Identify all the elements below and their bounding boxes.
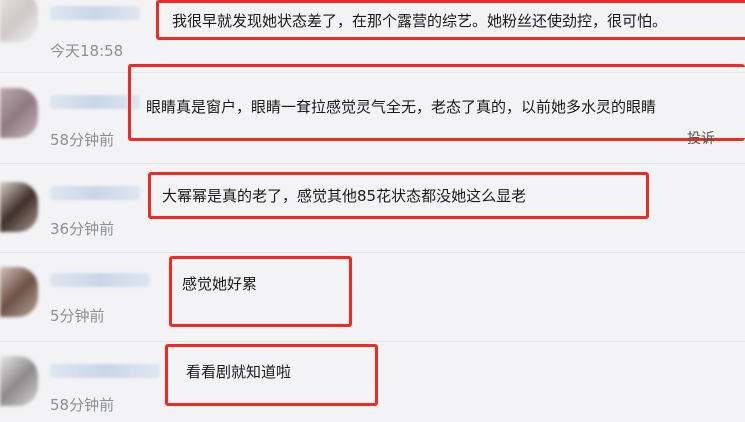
comment-item: 今天18:58 我很早就发现她状态差了，在那个露营的综艺。她粉丝还使劲控，很可怕… xyxy=(0,0,745,70)
comment-text: 大幂幂是真的老了，感觉其他85花状态都没她这么显老 xyxy=(162,187,527,205)
timestamp: 5分钟前 xyxy=(50,307,105,325)
username[interactable] xyxy=(50,95,140,109)
username[interactable] xyxy=(50,364,160,378)
timestamp: 58分钟前 xyxy=(50,396,115,414)
timestamp: 今天18:58 xyxy=(50,42,124,60)
comment-item: 5分钟前 感觉她好累 xyxy=(0,253,745,341)
comment-item: 36分钟前 大幂幂是真的老了，感觉其他85花状态都没她这么显老 xyxy=(0,164,745,252)
comment-item: 58分钟前 眼睛真是窗户，眼睛一耷拉感觉灵气全无，老态了真的，以前她多水灵的眼睛… xyxy=(0,64,745,163)
timestamp: 58分钟前 xyxy=(50,131,115,149)
username[interactable] xyxy=(50,186,140,200)
report-link[interactable]: 投诉 xyxy=(687,128,715,148)
avatar[interactable] xyxy=(0,356,38,406)
comment-text: 看看剧就知道啦 xyxy=(186,363,292,381)
comment-text: 感觉她好累 xyxy=(182,275,258,293)
avatar[interactable] xyxy=(0,267,38,317)
timestamp: 36分钟前 xyxy=(50,220,115,238)
username[interactable] xyxy=(50,6,140,20)
username[interactable] xyxy=(50,273,150,287)
comment-item: 58分钟前 看看剧就知道啦 xyxy=(0,342,745,422)
avatar[interactable] xyxy=(0,182,38,232)
comment-text: 眼睛真是窗户，眼睛一耷拉感觉灵气全无，老态了真的，以前她多水灵的眼睛 xyxy=(146,98,657,116)
avatar[interactable] xyxy=(0,88,38,138)
comment-text: 我很早就发现她状态差了，在那个露营的综艺。她粉丝还使劲控，很可怕。 xyxy=(172,12,668,30)
avatar[interactable] xyxy=(0,0,38,42)
